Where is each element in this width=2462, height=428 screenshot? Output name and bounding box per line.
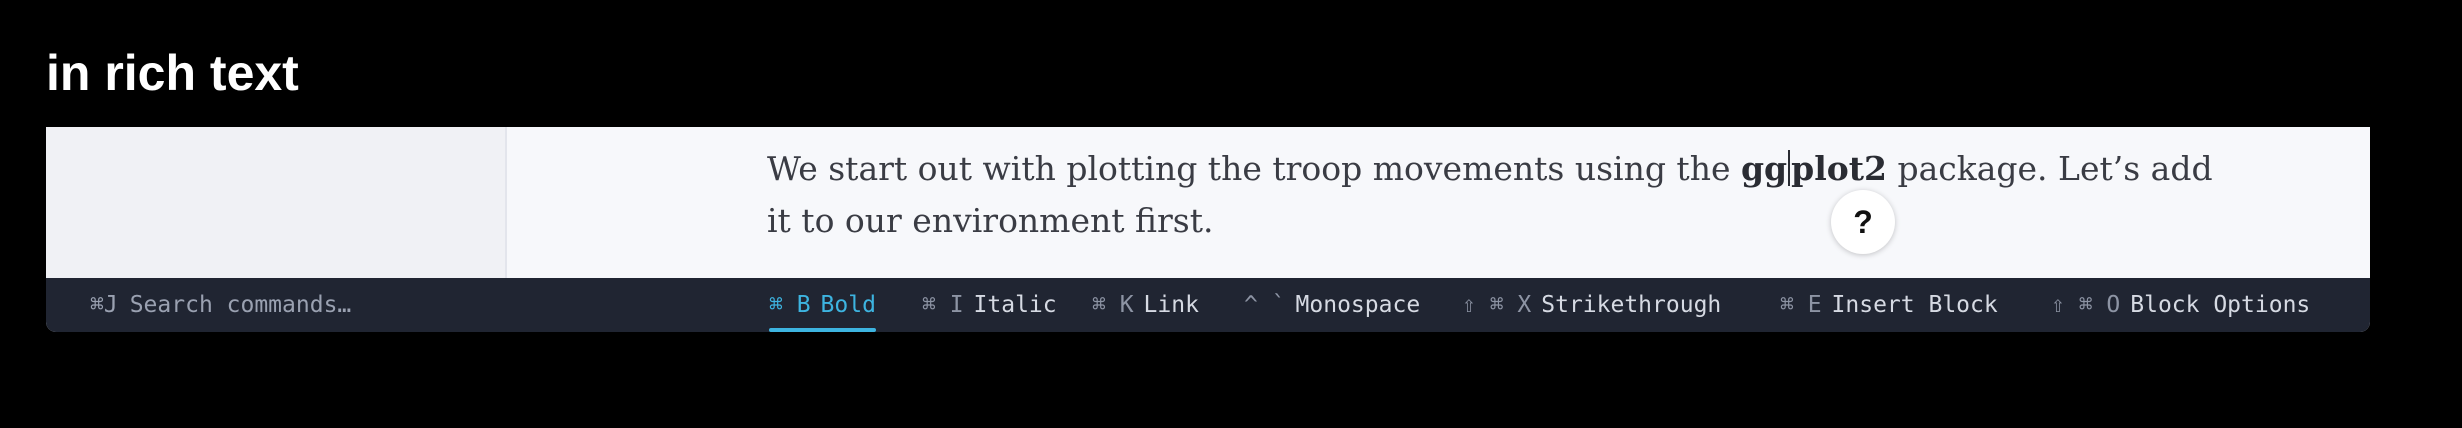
insert-block-shortcut: ⌘ E: [1780, 292, 1822, 318]
bold-shortcut: ⌘ B: [769, 292, 811, 318]
block-options-label: Block Options: [2130, 292, 2311, 318]
strikethrough-label: Strikethrough: [1541, 292, 1722, 318]
text-run: We start out with plotting the troop mov…: [767, 149, 1741, 188]
bold-text-run: gg plot2: [1741, 149, 1887, 188]
strikethrough-command[interactable]: ⇧ ⌘ X Strikethrough: [1462, 278, 1721, 332]
text-run: package. Let’s add: [1886, 149, 2213, 188]
bold-text-part: gg: [1740, 149, 1788, 188]
strikethrough-shortcut: ⇧ ⌘ X: [1462, 292, 1532, 318]
monospace-label: Monospace: [1295, 292, 1421, 318]
sidebar-pane: [46, 127, 507, 278]
rich-text-paragraph[interactable]: We start out with plotting the troop mov…: [767, 143, 2213, 247]
link-shortcut: ⌘ K: [1092, 292, 1134, 318]
command-bar: ⌘J Search commands… ⌘ B Bold ⌘ I Italic ⌘ K…: [46, 278, 2370, 332]
insert-block-label: Insert Block: [1831, 292, 1998, 318]
link-command[interactable]: ⌘ K Link: [1092, 278, 1199, 332]
link-label: Link: [1143, 292, 1199, 318]
bold-text-part: plot2: [1791, 149, 1887, 188]
monospace-shortcut: ^ `: [1244, 292, 1286, 318]
search-shortcut: ⌘J: [90, 292, 118, 318]
editor-window: We start out with plotting the troop mov…: [46, 127, 2370, 332]
search-commands-label: Search commands…: [129, 292, 352, 318]
paragraph-line-1: We start out with plotting the troop mov…: [767, 143, 2213, 195]
bold-label: Bold: [820, 292, 876, 318]
italic-command[interactable]: ⌘ I Italic: [922, 278, 1057, 332]
block-options-shortcut: ⇧ ⌘ O: [2051, 292, 2121, 318]
italic-label: Italic: [973, 292, 1057, 318]
search-commands-button[interactable]: ⌘J Search commands…: [90, 278, 351, 332]
monospace-command[interactable]: ^ ` Monospace: [1244, 278, 1420, 332]
insert-block-command[interactable]: ⌘ E Insert Block: [1780, 278, 1998, 332]
video-frame: in rich text We start out with plotting …: [0, 0, 2462, 428]
italic-shortcut: ⌘ I: [922, 292, 964, 318]
paragraph-line-2: it to our environment first.: [767, 201, 1214, 240]
bold-command[interactable]: ⌘ B Bold: [769, 278, 876, 332]
text-cursor: [1788, 150, 1791, 186]
help-button[interactable]: ?: [1831, 190, 1895, 254]
block-options-command[interactable]: ⇧ ⌘ O Block Options: [2051, 278, 2310, 332]
slide-title: in rich text: [46, 45, 299, 101]
document-pane[interactable]: We start out with plotting the troop mov…: [507, 127, 2370, 278]
